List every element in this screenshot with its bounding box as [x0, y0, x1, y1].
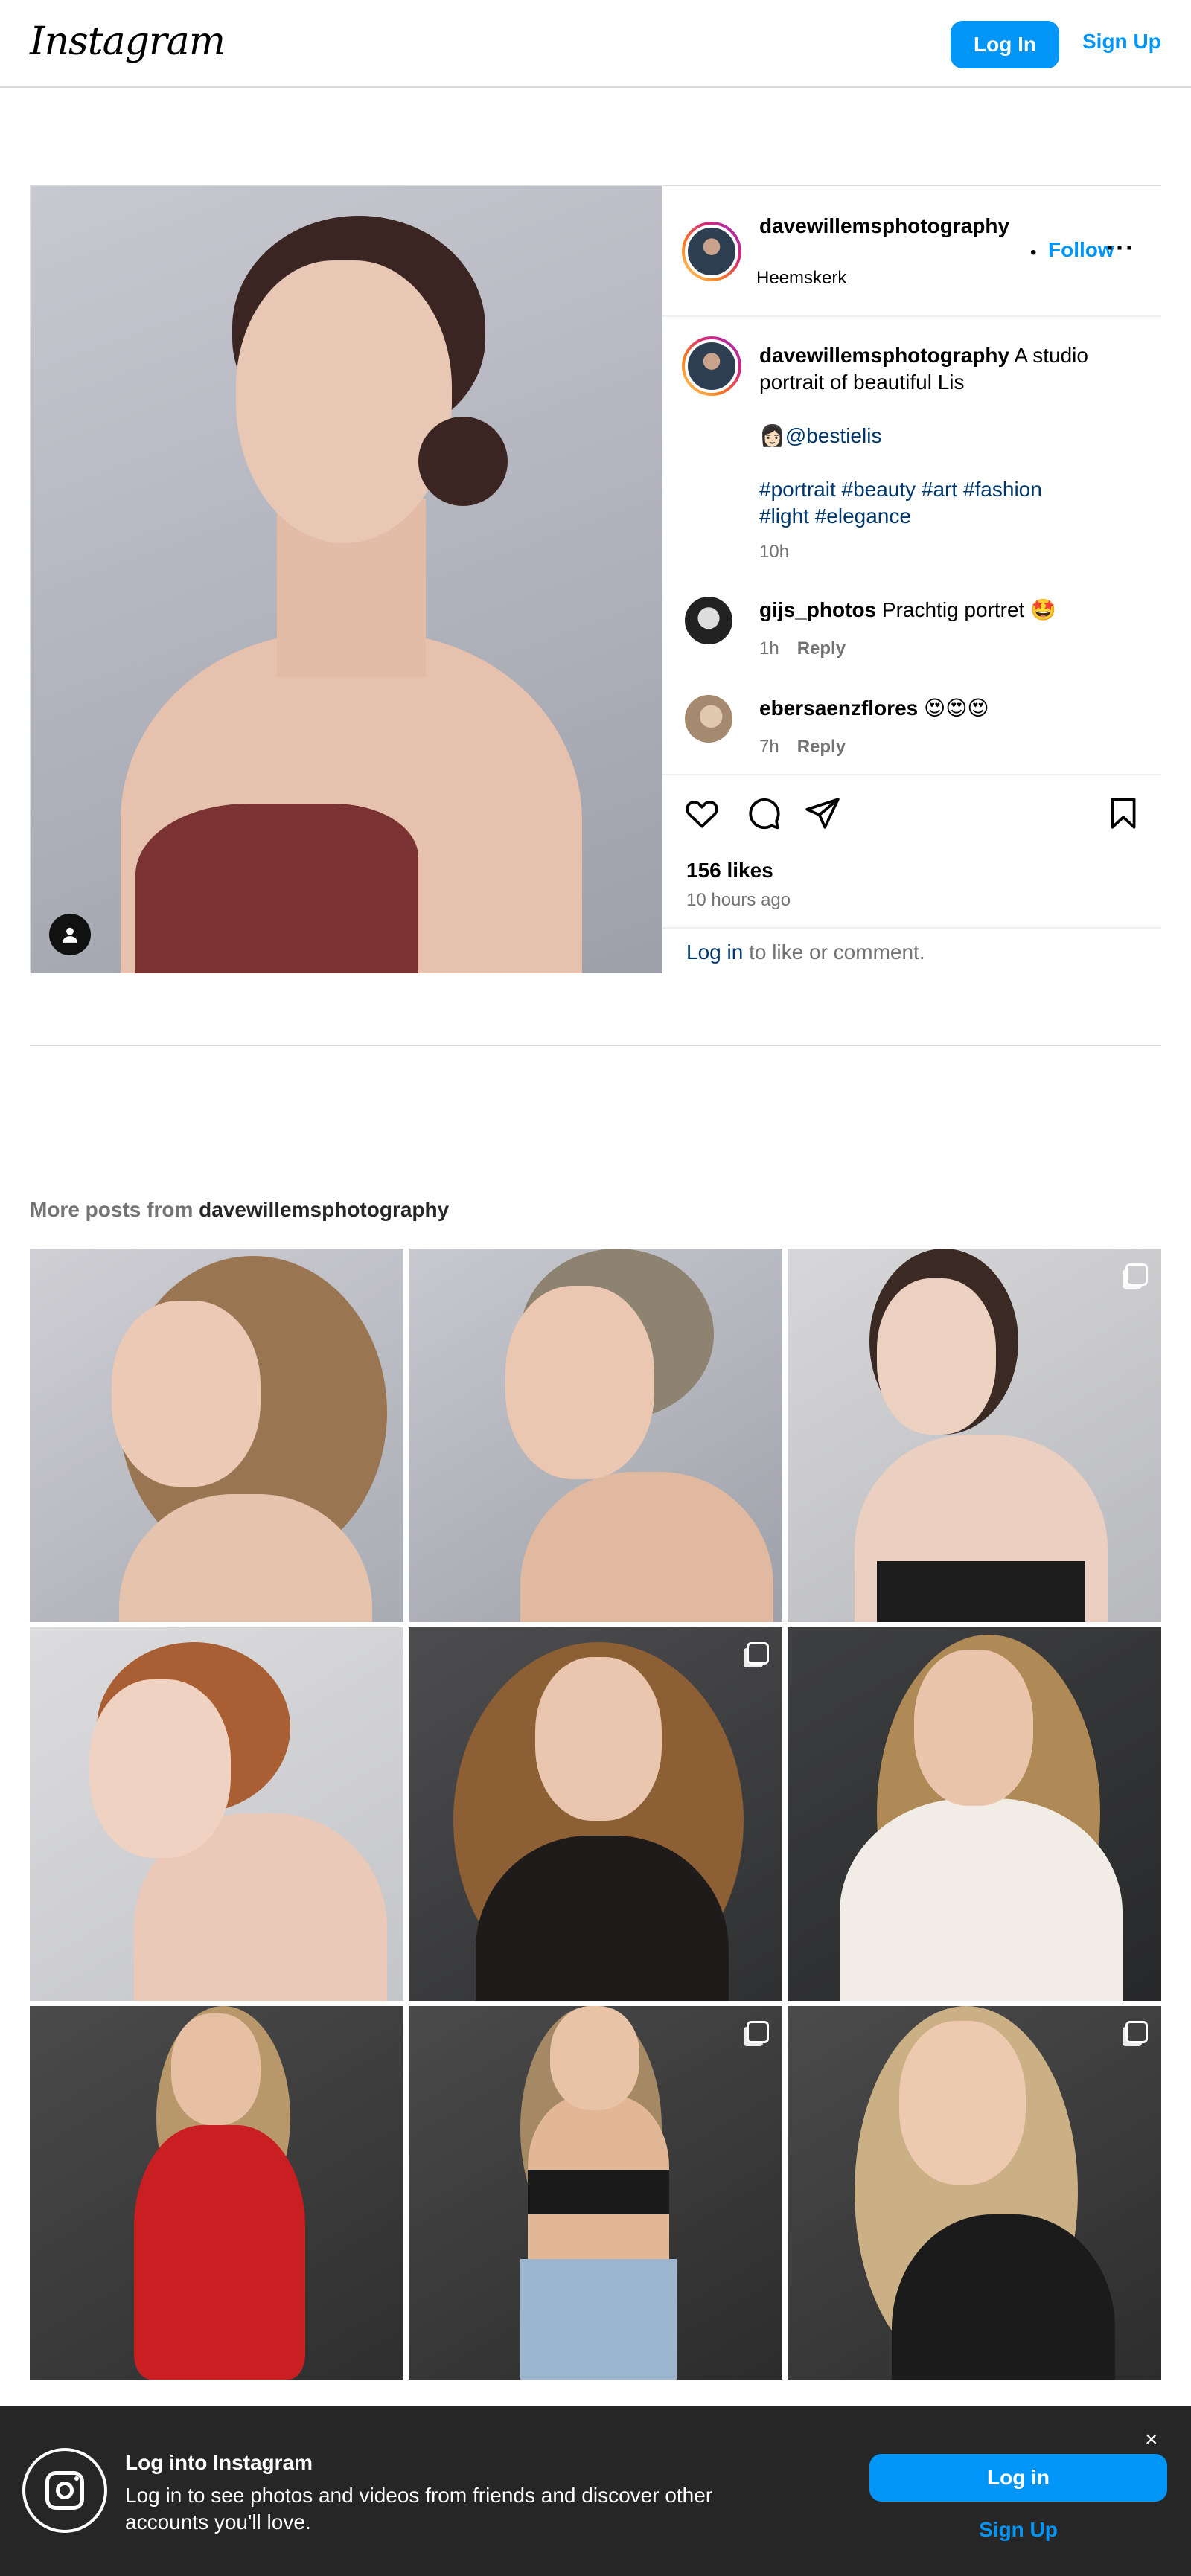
follow-button[interactable]: Follow [1048, 238, 1114, 262]
comment-item: gijs_photos Prachtig portret 🤩 [759, 597, 1056, 624]
banner-title: Log into Instagram [125, 2451, 313, 2474]
post-photo[interactable] [31, 186, 662, 973]
caption-hashtags-line-1[interactable]: #portrait #beauty #art #fashion [759, 476, 1042, 503]
post-header: davewillemsphotography • Follow ··· Heem… [662, 186, 1161, 317]
caption-mention[interactable]: 👩🏻@bestielis [759, 423, 881, 449]
commenter-avatar[interactable] [685, 597, 732, 644]
bookmark-icon[interactable] [1105, 795, 1142, 832]
comment-time: 1h [759, 638, 779, 659]
grid-post-thumbnail[interactable] [788, 1249, 1161, 1622]
comment-text: Prachtig portret 🤩 [876, 598, 1056, 621]
signup-link[interactable]: Sign Up [1082, 30, 1161, 54]
reply-button[interactable]: Reply [797, 737, 846, 757]
more-posts-prefix: More posts from [30, 1198, 199, 1221]
caption-time: 10h [759, 542, 790, 562]
post-location[interactable]: Heemskerk [756, 268, 846, 289]
multi-photo-icon [1125, 1263, 1148, 1286]
grid-post-thumbnail[interactable] [788, 1627, 1161, 2001]
comment-icon[interactable] [744, 795, 782, 832]
login-link[interactable]: Log in [686, 941, 743, 964]
share-icon[interactable] [804, 795, 841, 832]
author-avatar[interactable] [682, 222, 741, 281]
caption-avatar[interactable] [682, 336, 741, 396]
banner-text: Log in to see photos and videos from fri… [125, 2484, 713, 2534]
post-actions: 156 likes 10 hours ago Log in to like or… [662, 774, 1161, 973]
caption-hashtags-line-2[interactable]: #light #elegance [759, 503, 911, 530]
post-card: davewillemsphotography • Follow ··· Heem… [30, 185, 1161, 973]
comment-username[interactable]: gijs_photos [759, 598, 876, 621]
comment-item: ebersaenzflores 😍😍😍 [759, 695, 989, 722]
instagram-icon [22, 2448, 107, 2533]
grid-post-thumbnail[interactable] [409, 1627, 782, 2001]
grid-post-thumbnail[interactable] [788, 2006, 1161, 2380]
likes-count[interactable]: 156 likes [686, 859, 773, 882]
reply-button[interactable]: Reply [797, 638, 846, 659]
comment-time: 7h [759, 737, 779, 757]
close-icon[interactable]: × [1145, 2427, 1158, 2452]
heart-icon[interactable] [683, 795, 721, 832]
banner-signup-link[interactable]: Sign Up [869, 2518, 1167, 2542]
grid-post-thumbnail[interactable] [409, 2006, 782, 2380]
comment-meta: 1h Reply [759, 638, 846, 659]
login-prompt-text: to like or comment. [743, 941, 925, 964]
post-caption: davewillemsphotography A studio portrait… [759, 342, 1139, 396]
caption-username[interactable]: davewillemsphotography [759, 344, 1009, 367]
grid-post-thumbnail[interactable] [30, 1249, 403, 1622]
multi-photo-icon [1125, 2021, 1148, 2043]
grid-post-thumbnail[interactable] [30, 2006, 403, 2380]
more-icon[interactable]: ··· [1106, 232, 1135, 263]
commenter-avatar[interactable] [685, 695, 732, 743]
comment-meta: 7h Reply [759, 737, 846, 757]
grid-post-thumbnail[interactable] [30, 1627, 403, 2001]
post-sidebar: davewillemsphotography • Follow ··· Heem… [662, 186, 1161, 973]
top-navigation-bar: Instagram Log In Sign Up [0, 0, 1191, 88]
more-posts-heading: More posts from davewillemsphotography [30, 1198, 449, 1222]
comment-username[interactable]: ebersaenzflores [759, 696, 918, 720]
user-tag-icon[interactable] [49, 914, 91, 955]
separator-dot: • [1030, 243, 1037, 263]
section-divider [30, 1045, 1161, 1046]
banner-login-button[interactable]: Log in [869, 2454, 1167, 2502]
instagram-logo[interactable]: Instagram [30, 19, 226, 64]
comment-text: 😍😍😍 [918, 696, 989, 720]
login-banner: Log into Instagram Log in to see photos … [0, 2406, 1191, 2576]
author-username[interactable]: davewillemsphotography [759, 213, 1009, 240]
more-posts-username[interactable]: davewillemsphotography [199, 1198, 449, 1221]
multi-photo-icon [747, 1642, 769, 1665]
login-button[interactable]: Log In [951, 21, 1059, 68]
multi-photo-icon [747, 2021, 769, 2043]
post-timestamp: 10 hours ago [686, 890, 791, 910]
login-prompt: Log in to like or comment. [662, 927, 1161, 975]
grid-post-thumbnail[interactable] [409, 1249, 782, 1622]
